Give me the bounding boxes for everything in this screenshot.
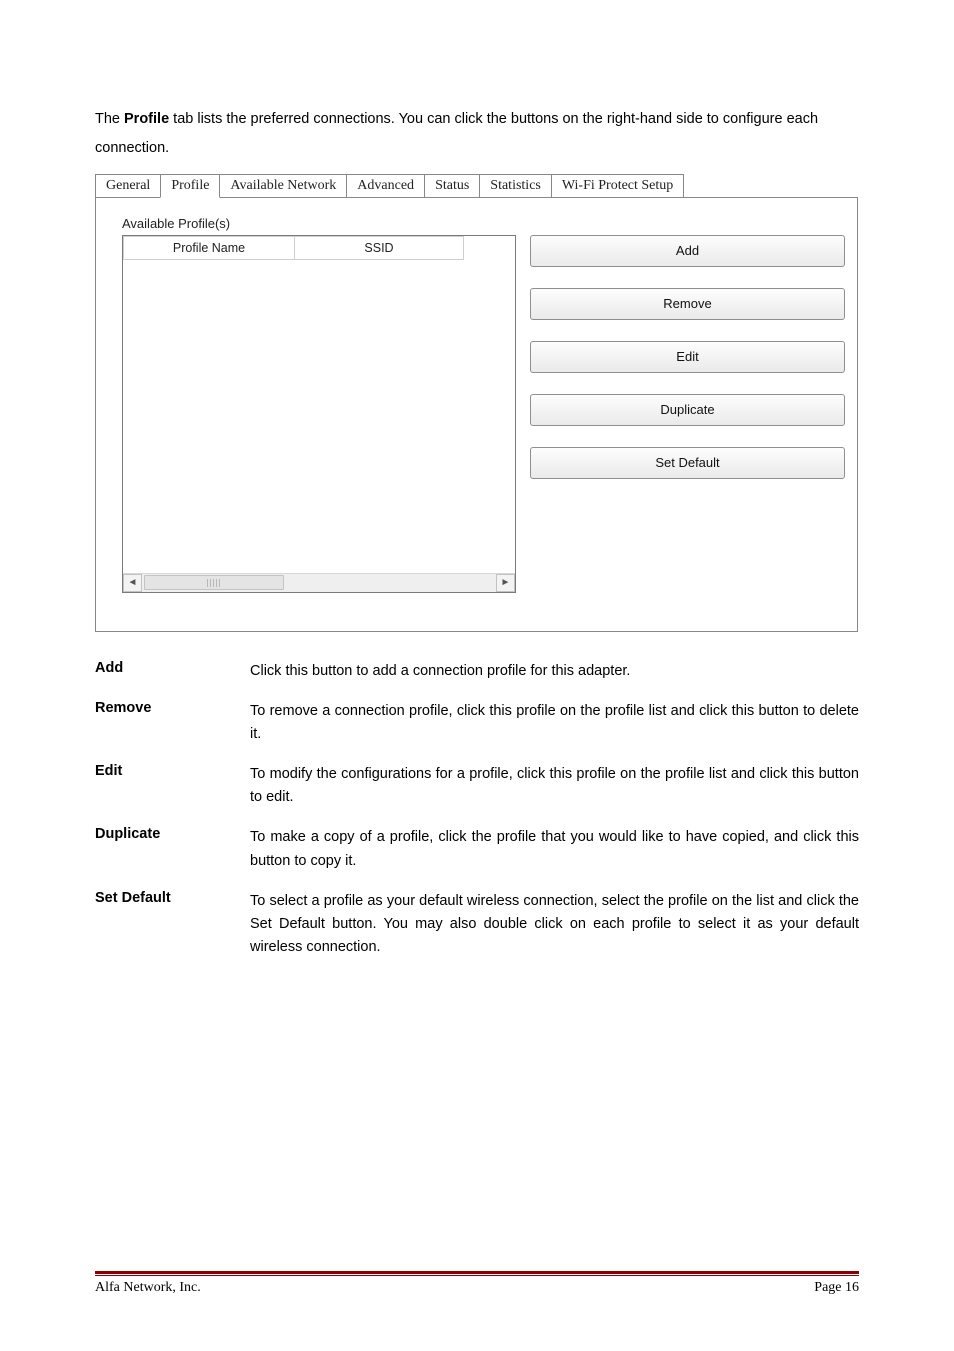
definitions: Add Click this button to add a connectio… [95, 660, 859, 960]
scroll-thumb[interactable] [144, 575, 284, 590]
def-row-duplicate: Duplicate To make a copy of a profile, c… [95, 826, 859, 872]
col-profile-name[interactable]: Profile Name [123, 236, 295, 260]
col-ssid[interactable]: SSID [294, 236, 464, 260]
tab-strip: General Profile Available Network Advanc… [95, 173, 859, 197]
scroll-right-icon[interactable]: ► [496, 574, 515, 592]
term-add: Add [95, 660, 250, 683]
footer-rule-thick [95, 1271, 859, 1274]
list-body [123, 260, 515, 573]
term-set-default: Set Default [95, 890, 250, 960]
duplicate-button[interactable]: Duplicate [530, 394, 845, 426]
body-remove: To remove a connection profile, click th… [250, 700, 859, 746]
footer-rule-thin [95, 1275, 859, 1276]
tab-available-network[interactable]: Available Network [219, 174, 347, 198]
tab-statistics[interactable]: Statistics [479, 174, 552, 198]
footer-right: Page 16 [814, 1280, 859, 1296]
remove-button[interactable]: Remove [530, 288, 845, 320]
scroll-left-icon[interactable]: ◄ [123, 574, 142, 592]
add-button[interactable]: Add [530, 235, 845, 267]
body-set-default: To select a profile as your default wire… [250, 890, 859, 960]
def-row-edit: Edit To modify the configurations for a … [95, 763, 859, 809]
body-add: Click this button to add a connection pr… [250, 660, 859, 683]
body-duplicate: To make a copy of a profile, click the p… [250, 826, 859, 872]
tab-status[interactable]: Status [424, 174, 480, 198]
profile-tab-panel: Available Profile(s) Profile Name SSID ◄… [95, 197, 858, 632]
profiles-listbox[interactable]: Profile Name SSID ◄ ► [122, 235, 516, 593]
footer-left: Alfa Network, Inc. [95, 1280, 201, 1296]
term-edit: Edit [95, 763, 250, 809]
tab-wifi-protect-setup[interactable]: Wi-Fi Protect Setup [551, 174, 684, 198]
intro-bold: Profile [124, 111, 169, 127]
available-profiles-label: Available Profile(s) [122, 216, 845, 231]
list-header: Profile Name SSID [123, 236, 515, 260]
horizontal-scrollbar[interactable]: ◄ ► [123, 573, 515, 592]
tab-profile[interactable]: Profile [160, 174, 220, 198]
button-column: Add Remove Edit Duplicate Set Default [530, 235, 845, 593]
intro-part2: tab lists the preferred connections. You… [95, 111, 818, 156]
edit-button[interactable]: Edit [530, 341, 845, 373]
intro-part1: The [95, 111, 124, 127]
def-row-remove: Remove To remove a connection profile, c… [95, 700, 859, 746]
body-edit: To modify the configurations for a profi… [250, 763, 859, 809]
tab-advanced[interactable]: Advanced [346, 174, 425, 198]
page-footer: Alfa Network, Inc. Page 16 [95, 1271, 859, 1296]
def-row-set-default: Set Default To select a profile as your … [95, 890, 859, 960]
def-row-add: Add Click this button to add a connectio… [95, 660, 859, 683]
term-duplicate: Duplicate [95, 826, 250, 872]
intro-paragraph: The Profile tab lists the preferred conn… [95, 105, 859, 163]
scroll-track[interactable] [142, 574, 496, 592]
term-remove: Remove [95, 700, 250, 746]
set-default-button[interactable]: Set Default [530, 447, 845, 479]
tab-general[interactable]: General [95, 174, 161, 198]
